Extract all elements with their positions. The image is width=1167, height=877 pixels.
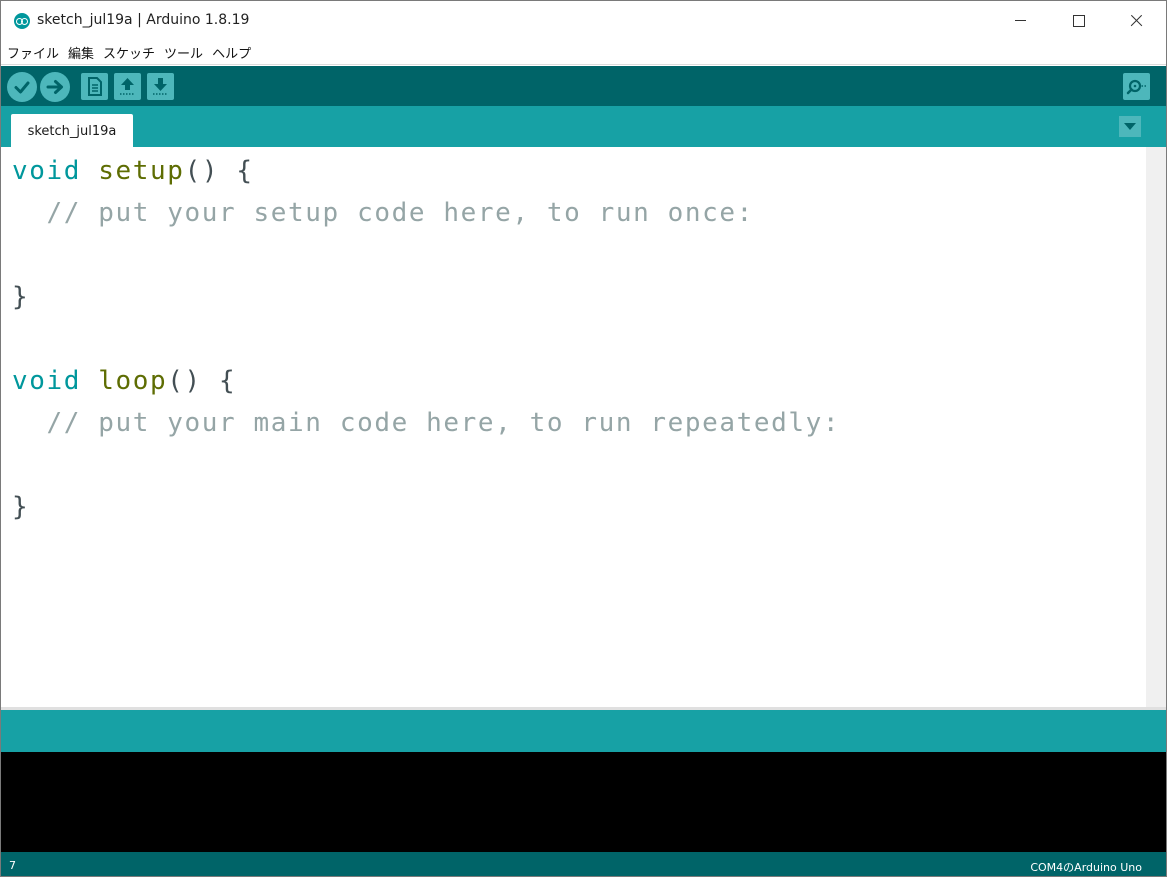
toolbar — [1, 66, 1166, 106]
board-port-info: COM4のArduino Uno — [1030, 861, 1142, 874]
arduino-ide-window: sketch_jul19a | Arduino 1.8.19 ファイル 編集 ス… — [0, 0, 1167, 877]
new-sketch-button[interactable] — [81, 73, 108, 100]
check-icon — [14, 81, 30, 94]
document-icon — [88, 77, 102, 96]
menu-bar: ファイル 編集 スケッチ ツール ヘルプ — [1, 41, 1166, 65]
close-button[interactable] — [1107, 1, 1165, 41]
code-line: } — [12, 282, 29, 324]
menu-help[interactable]: ヘルプ — [212, 43, 251, 62]
code-token: loop — [98, 366, 168, 396]
menu-edit[interactable]: 編集 — [68, 43, 94, 62]
editor-scrollbar[interactable] — [1146, 147, 1166, 707]
code-token: // put your setup code here, to run once… — [12, 198, 754, 228]
tab-label: sketch_jul19a — [27, 124, 117, 139]
code-line: } — [12, 492, 29, 534]
window-title: sketch_jul19a | Arduino 1.8.19 — [37, 12, 250, 28]
status-bar — [1, 707, 1166, 752]
title-bar[interactable]: sketch_jul19a | Arduino 1.8.19 — [1, 1, 1166, 41]
footer-bar: 7 COM4のArduino Uno — [1, 852, 1166, 876]
code-token: } — [12, 282, 30, 312]
code-token: () { — [184, 156, 254, 186]
code-token: setup — [98, 156, 185, 186]
code-editor[interactable]: void setup() { // put your setup code he… — [1, 147, 1146, 707]
code-line: // put your main code here, to run repea… — [12, 408, 840, 450]
serial-monitor-button[interactable] — [1123, 73, 1150, 100]
code-token: () { — [167, 366, 237, 396]
code-line: void setup() { — [12, 156, 254, 198]
menu-tools[interactable]: ツール — [164, 43, 203, 62]
line-number: 7 — [9, 859, 16, 872]
magnifier-icon — [1126, 79, 1146, 95]
code-line: void loop() { — [12, 366, 236, 408]
open-button[interactable] — [114, 73, 141, 100]
code-token: void — [12, 156, 82, 186]
code-token: void — [12, 366, 82, 396]
arrow-right-icon — [46, 80, 63, 94]
arrow-down-icon — [153, 78, 168, 95]
console-output[interactable] — [1, 752, 1166, 852]
menu-file[interactable]: ファイル — [7, 43, 59, 62]
code-token: // put your main code here, to run repea… — [12, 408, 841, 438]
save-button[interactable] — [147, 73, 174, 100]
tab-sketch[interactable]: sketch_jul19a — [11, 114, 133, 147]
code-token: } — [12, 492, 30, 522]
verify-button[interactable] — [7, 72, 37, 102]
arduino-logo-icon — [14, 13, 30, 29]
upload-button[interactable] — [40, 72, 70, 102]
minimize-button[interactable] — [991, 1, 1049, 41]
arrow-up-icon — [120, 78, 135, 95]
tab-strip: sketch_jul19a — [1, 106, 1166, 147]
tab-menu-button[interactable] — [1119, 116, 1141, 137]
maximize-button[interactable] — [1049, 1, 1107, 41]
menu-sketch[interactable]: スケッチ — [103, 43, 155, 62]
code-line: // put your setup code here, to run once… — [12, 198, 754, 240]
